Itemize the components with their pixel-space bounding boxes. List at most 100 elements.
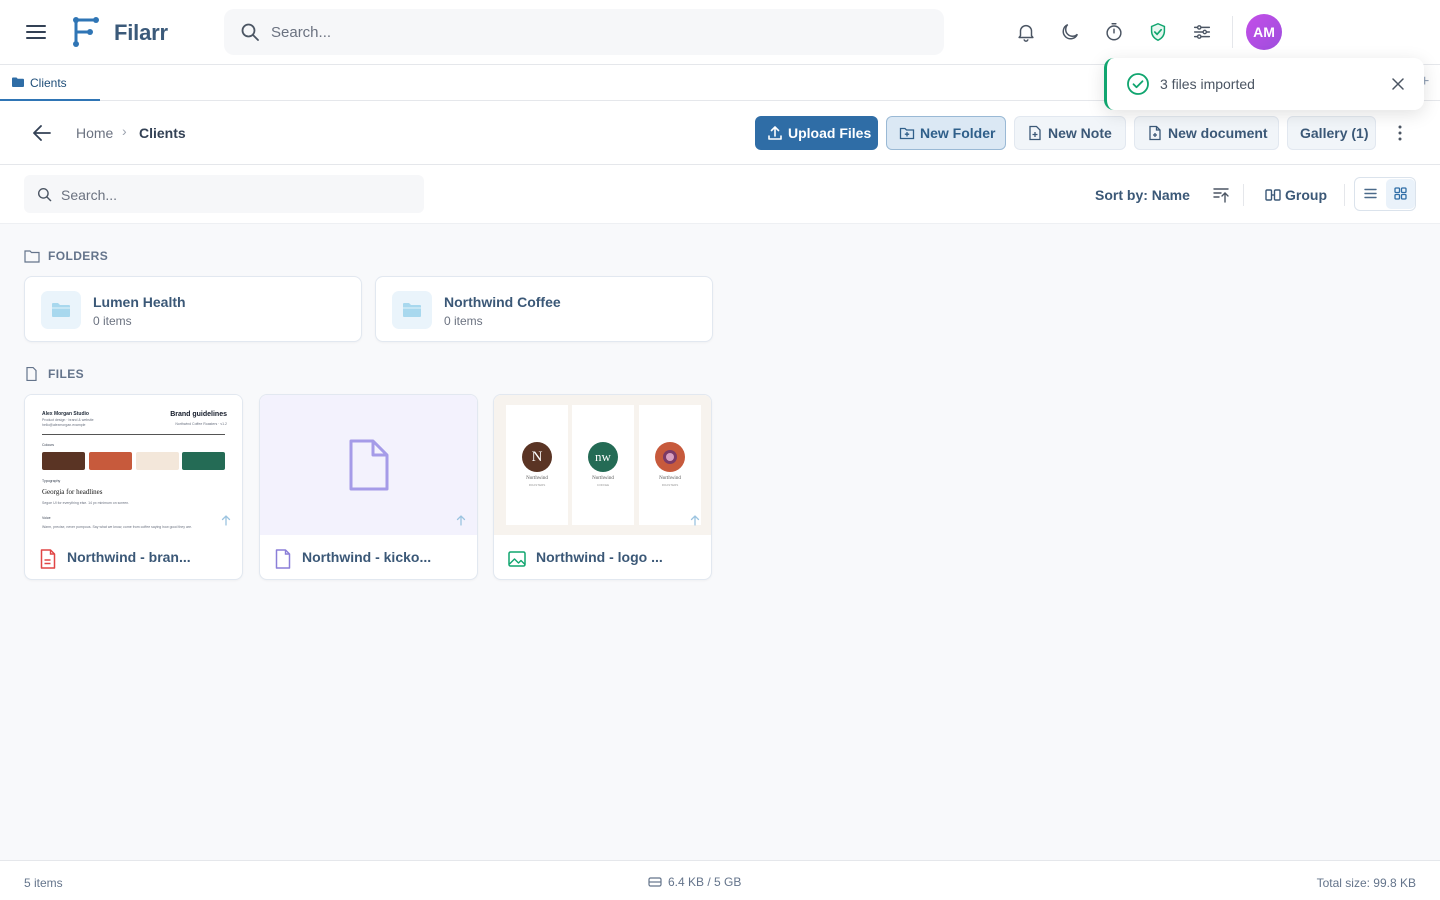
storage-usage: 6.4 KB / 5 GB: [648, 875, 741, 889]
new-document-button[interactable]: New document: [1134, 116, 1279, 150]
preview-divider: [42, 434, 225, 435]
total-size: Total size: 99.8 KB: [1316, 876, 1416, 890]
file-card[interactable]: Alex Morgan Studio Product design · bran…: [24, 394, 243, 580]
list-icon: [1364, 188, 1377, 199]
file-outline-icon: [26, 367, 37, 381]
file-card[interactable]: N Northwind ROASTERS nw Northwind COFFEE…: [493, 394, 712, 580]
preview-colours-label: Colours: [42, 443, 55, 447]
logo-preview-panel: N Northwind ROASTERS: [506, 405, 568, 525]
view-toggle: [1354, 177, 1416, 211]
folder-name: Lumen Health: [93, 294, 186, 310]
file-card[interactable]: Northwind - kicko...: [259, 394, 478, 580]
preview-typography-label: Typography: [42, 479, 61, 483]
sort-direction-icon[interactable]: [1212, 186, 1230, 204]
sort-by-dropdown[interactable]: Sort by: Name: [1095, 187, 1190, 203]
image-icon: [508, 551, 526, 567]
file-name: Northwind - logo ...: [536, 549, 663, 565]
shield-check-icon[interactable]: [1147, 21, 1169, 43]
more-options-icon[interactable]: [1392, 123, 1408, 143]
files-section-header: FILES: [24, 367, 84, 381]
color-swatch: [42, 452, 85, 470]
folder-plus-icon: [899, 127, 915, 140]
preview-typography-note: Segoe UI for everything else. 14 px mini…: [42, 501, 130, 505]
preview-studio: Alex Morgan Studio: [42, 411, 89, 417]
files-title: FILES: [48, 367, 85, 381]
folder-search-input[interactable]: Search...: [24, 175, 424, 213]
check-circle-icon: [1127, 73, 1149, 95]
sliders-icon[interactable]: [1191, 21, 1213, 43]
folder-card[interactable]: Lumen Health 0 items: [24, 276, 362, 342]
upload-icon: [768, 126, 782, 140]
pdf-icon: [40, 549, 56, 569]
breadcrumb-home[interactable]: Home: [76, 125, 113, 141]
file-plus-icon: [1029, 125, 1041, 141]
divider: [1232, 16, 1233, 48]
color-swatch: [182, 452, 225, 470]
gallery-button[interactable]: Gallery (1): [1287, 116, 1376, 150]
search-icon: [37, 187, 52, 202]
chevron-right-icon: ›: [122, 123, 127, 139]
logo-name: Northwind: [659, 476, 681, 481]
upload-files-label: Upload Files: [788, 125, 872, 141]
moon-icon[interactable]: [1059, 21, 1081, 43]
preview-studio-info: Product design · brand & website hello@a…: [42, 418, 94, 427]
preview-heading: Brand guidelines: [170, 411, 227, 418]
folder-item-count: 0 items: [444, 314, 483, 328]
logo-mark: nw: [588, 442, 618, 472]
storage-text: 6.4 KB / 5 GB: [668, 875, 742, 889]
global-search[interactable]: Search...: [224, 9, 944, 55]
preview-voice-note: Warm, precise, never pompous. Say what w…: [42, 525, 192, 529]
bell-icon[interactable]: [1015, 21, 1037, 43]
preview-voice-label: Voice: [42, 516, 51, 520]
folder-icon-box: [392, 291, 432, 329]
logo-preview-panel: Northwind ROASTERS: [639, 405, 701, 525]
file-name: Northwind - bran...: [67, 549, 191, 565]
group-icon: [1265, 189, 1281, 201]
preview-subheading: Northwind Coffee Roasters · v1.2: [175, 422, 227, 426]
arrow-up-icon: [456, 515, 466, 526]
back-arrow-icon[interactable]: [30, 121, 54, 145]
menu-icon[interactable]: [24, 20, 48, 44]
tab-clients[interactable]: Clients: [0, 65, 100, 101]
logo-icon: [73, 17, 99, 47]
app-name: Filarr: [114, 20, 168, 45]
folder-card[interactable]: Northwind Coffee 0 items: [375, 276, 713, 342]
group-label: Group: [1285, 187, 1327, 203]
divider: [1344, 184, 1345, 206]
logo-sub: COFFEE: [596, 483, 610, 487]
new-note-button[interactable]: New Note: [1014, 116, 1126, 150]
upload-files-button[interactable]: Upload Files: [755, 116, 878, 150]
color-swatch: [136, 452, 179, 470]
logo-name: Northwind: [592, 476, 614, 481]
logo-mark: N: [522, 442, 552, 472]
logo-sub: ROASTERS: [528, 483, 546, 487]
gallery-label: Gallery (1): [1300, 125, 1369, 141]
drive-icon: [648, 877, 662, 887]
avatar[interactable]: AM: [1246, 14, 1282, 50]
new-document-label: New document: [1168, 125, 1268, 141]
grid-view-button[interactable]: [1386, 179, 1415, 209]
folders-title: FOLDERS: [48, 249, 109, 263]
file-thumbnail: [260, 395, 477, 535]
toast-message: 3 files imported: [1160, 76, 1255, 92]
group-button[interactable]: Group: [1265, 187, 1327, 203]
tab-label: Clients: [30, 76, 67, 90]
document-plus-icon: [1149, 125, 1161, 141]
close-icon[interactable]: [1391, 77, 1405, 91]
toolbar: Home › Clients Upload Files New Folder N…: [0, 101, 1440, 165]
folders-section-header: FOLDERS: [24, 249, 108, 263]
breadcrumb-current: Clients: [139, 125, 186, 141]
filter-bar: Search... Sort by: Name Group: [0, 165, 1440, 224]
search-placeholder: Search...: [61, 187, 118, 203]
logo-mark: [655, 442, 685, 472]
search-icon: [241, 23, 259, 41]
timer-icon[interactable]: [1103, 21, 1125, 43]
file-thumbnail: Alex Morgan Studio Product design · bran…: [25, 395, 242, 535]
folder-name: Northwind Coffee: [444, 294, 561, 310]
list-view-button[interactable]: [1356, 179, 1385, 209]
new-folder-button[interactable]: New Folder: [886, 116, 1006, 150]
status-bar: 5 items 6.4 KB / 5 GB Total size: 99.8 K…: [0, 860, 1440, 900]
search-placeholder: Search...: [271, 24, 332, 41]
folder-outline-icon: [24, 250, 40, 263]
file-thumbnail: N Northwind ROASTERS nw Northwind COFFEE…: [494, 395, 711, 535]
